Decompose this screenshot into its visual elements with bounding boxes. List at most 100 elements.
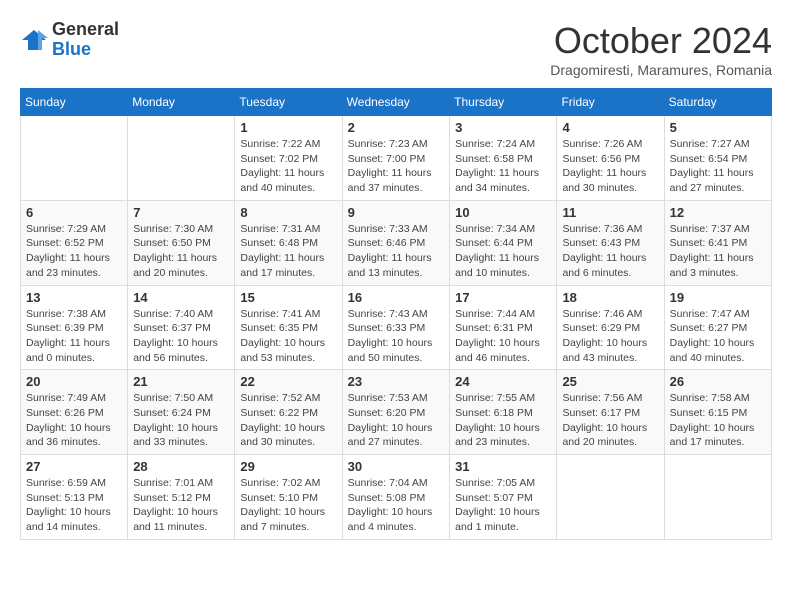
day-info: Sunrise: 7:40 AMSunset: 6:37 PMDaylight:… [133,307,229,366]
calendar-cell: 29 Sunrise: 7:02 AMSunset: 5:10 PMDayligh… [235,455,342,540]
calendar-cell: 9 Sunrise: 7:33 AMSunset: 6:46 PMDaylight… [342,200,449,285]
day-number: 9 [348,205,444,220]
day-number: 24 [455,374,551,389]
day-number: 17 [455,290,551,305]
calendar-cell: 25 Sunrise: 7:56 AMSunset: 6:17 PMDayligh… [557,370,664,455]
calendar-cell: 27Sunrise: 6:59 AMSunset: 5:13 PMDayligh… [21,455,128,540]
day-info: Sunrise: 7:33 AMSunset: 6:46 PMDaylight:… [348,222,444,281]
day-info: Sunrise: 7:52 AMSunset: 6:22 PMDaylight:… [240,391,336,450]
day-info: Sunrise: 7:29 AMSunset: 6:52 PMDaylight:… [26,222,122,281]
day-info: Sunrise: 7:24 AMSunset: 6:58 PMDaylight:… [455,137,551,196]
day-number: 11 [562,205,658,220]
day-number: 8 [240,205,336,220]
calendar-cell: 10 Sunrise: 7:34 AMSunset: 6:44 PMDayligh… [450,200,557,285]
calendar-cell: 31 Sunrise: 7:05 AMSunset: 5:07 PMDayligh… [450,455,557,540]
day-info: Sunrise: 7:49 AMSunset: 6:26 PMDaylight:… [26,391,122,450]
day-number: 19 [670,290,766,305]
day-number: 25 [562,374,658,389]
calendar-week-1: 1 Sunrise: 7:22 AMSunset: 7:02 PMDaylight… [21,116,772,201]
calendar-cell: 4 Sunrise: 7:26 AMSunset: 6:56 PMDaylight… [557,116,664,201]
day-info: Sunrise: 7:38 AMSunset: 6:39 PMDaylight:… [26,307,122,366]
day-number: 2 [348,120,444,135]
day-info: Sunrise: 7:41 AMSunset: 6:35 PMDaylight:… [240,307,336,366]
day-info: Sunrise: 7:26 AMSunset: 6:56 PMDaylight:… [562,137,658,196]
weekday-header-saturday: Saturday [664,89,771,116]
calendar-cell: 15Sunrise: 7:41 AMSunset: 6:35 PMDayligh… [235,285,342,370]
month-title: October 2024 [550,20,772,62]
calendar-cell: 7Sunrise: 7:30 AMSunset: 6:50 PMDaylight… [128,200,235,285]
calendar-cell: 28 Sunrise: 7:01 AMSunset: 5:12 PMDayligh… [128,455,235,540]
calendar-cell [557,455,664,540]
calendar-cell: 30 Sunrise: 7:04 AMSunset: 5:08 PMDayligh… [342,455,449,540]
day-info: Sunrise: 7:22 AMSunset: 7:02 PMDaylight:… [240,137,336,196]
day-number: 26 [670,374,766,389]
day-number: 23 [348,374,444,389]
day-info: Sunrise: 7:30 AMSunset: 6:50 PMDaylight:… [133,222,229,281]
calendar-cell: 6 Sunrise: 7:29 AMSunset: 6:52 PMDaylight… [21,200,128,285]
day-number: 22 [240,374,336,389]
logo-general: General [52,20,119,40]
day-info: Sunrise: 7:37 AMSunset: 6:41 PMDaylight:… [670,222,766,281]
day-number: 27 [26,459,122,474]
day-number: 29 [240,459,336,474]
logo-text: General Blue [52,20,119,60]
calendar-cell: 22 Sunrise: 7:52 AMSunset: 6:22 PMDayligh… [235,370,342,455]
day-number: 21 [133,374,229,389]
calendar-cell [664,455,771,540]
day-info: Sunrise: 7:44 AMSunset: 6:31 PMDaylight:… [455,307,551,366]
day-number: 3 [455,120,551,135]
calendar-cell: 5Sunrise: 7:27 AMSunset: 6:54 PMDaylight… [664,116,771,201]
day-info: Sunrise: 7:01 AMSunset: 5:12 PMDaylight:… [133,476,229,535]
day-number: 14 [133,290,229,305]
day-info: Sunrise: 7:46 AMSunset: 6:29 PMDaylight:… [562,307,658,366]
day-info: Sunrise: 7:47 AMSunset: 6:27 PMDaylight:… [670,307,766,366]
calendar-cell: 21 Sunrise: 7:50 AMSunset: 6:24 PMDayligh… [128,370,235,455]
calendar-cell [128,116,235,201]
day-number: 6 [26,205,122,220]
calendar-cell: 17 Sunrise: 7:44 AMSunset: 6:31 PMDayligh… [450,285,557,370]
day-info: Sunrise: 7:43 AMSunset: 6:33 PMDaylight:… [348,307,444,366]
day-info: Sunrise: 7:31 AMSunset: 6:48 PMDaylight:… [240,222,336,281]
day-number: 4 [562,120,658,135]
day-number: 13 [26,290,122,305]
calendar-cell: 2Sunrise: 7:23 AMSunset: 7:00 PMDaylight… [342,116,449,201]
day-info: Sunrise: 7:36 AMSunset: 6:43 PMDaylight:… [562,222,658,281]
weekday-header-sunday: Sunday [21,89,128,116]
calendar-cell: 14 Sunrise: 7:40 AMSunset: 6:37 PMDayligh… [128,285,235,370]
calendar-cell: 19 Sunrise: 7:47 AMSunset: 6:27 PMDayligh… [664,285,771,370]
day-number: 31 [455,459,551,474]
calendar-week-5: 27Sunrise: 6:59 AMSunset: 5:13 PMDayligh… [21,455,772,540]
calendar-cell: 12Sunrise: 7:37 AMSunset: 6:41 PMDayligh… [664,200,771,285]
day-number: 10 [455,205,551,220]
weekday-header-tuesday: Tuesday [235,89,342,116]
day-info: Sunrise: 7:05 AMSunset: 5:07 PMDaylight:… [455,476,551,535]
day-number: 20 [26,374,122,389]
calendar-week-3: 13 Sunrise: 7:38 AMSunset: 6:39 PMDayligh… [21,285,772,370]
day-info: Sunrise: 7:50 AMSunset: 6:24 PMDaylight:… [133,391,229,450]
logo-icon [20,26,48,54]
calendar-cell: 1 Sunrise: 7:22 AMSunset: 7:02 PMDaylight… [235,116,342,201]
day-info: Sunrise: 7:56 AMSunset: 6:17 PMDaylight:… [562,391,658,450]
calendar-cell: 18 Sunrise: 7:46 AMSunset: 6:29 PMDayligh… [557,285,664,370]
day-number: 30 [348,459,444,474]
calendar-cell [21,116,128,201]
weekday-header-row: SundayMondayTuesdayWednesdayThursdayFrid… [21,89,772,116]
logo-blue: Blue [52,40,119,60]
day-number: 18 [562,290,658,305]
day-number: 28 [133,459,229,474]
calendar-cell: 13 Sunrise: 7:38 AMSunset: 6:39 PMDayligh… [21,285,128,370]
day-number: 1 [240,120,336,135]
day-info: Sunrise: 7:04 AMSunset: 5:08 PMDaylight:… [348,476,444,535]
calendar-cell: 20 Sunrise: 7:49 AMSunset: 6:26 PMDayligh… [21,370,128,455]
weekday-header-friday: Friday [557,89,664,116]
logo: General Blue [20,20,119,60]
day-info: Sunrise: 7:34 AMSunset: 6:44 PMDaylight:… [455,222,551,281]
weekday-header-monday: Monday [128,89,235,116]
page-header: General Blue October 2024 Dragomiresti, … [20,20,772,78]
day-number: 16 [348,290,444,305]
calendar-table: SundayMondayTuesdayWednesdayThursdayFrid… [20,88,772,540]
weekday-header-thursday: Thursday [450,89,557,116]
location: Dragomiresti, Maramures, Romania [550,62,772,78]
day-info: Sunrise: 7:53 AMSunset: 6:20 PMDaylight:… [348,391,444,450]
day-info: Sunrise: 7:02 AMSunset: 5:10 PMDaylight:… [240,476,336,535]
